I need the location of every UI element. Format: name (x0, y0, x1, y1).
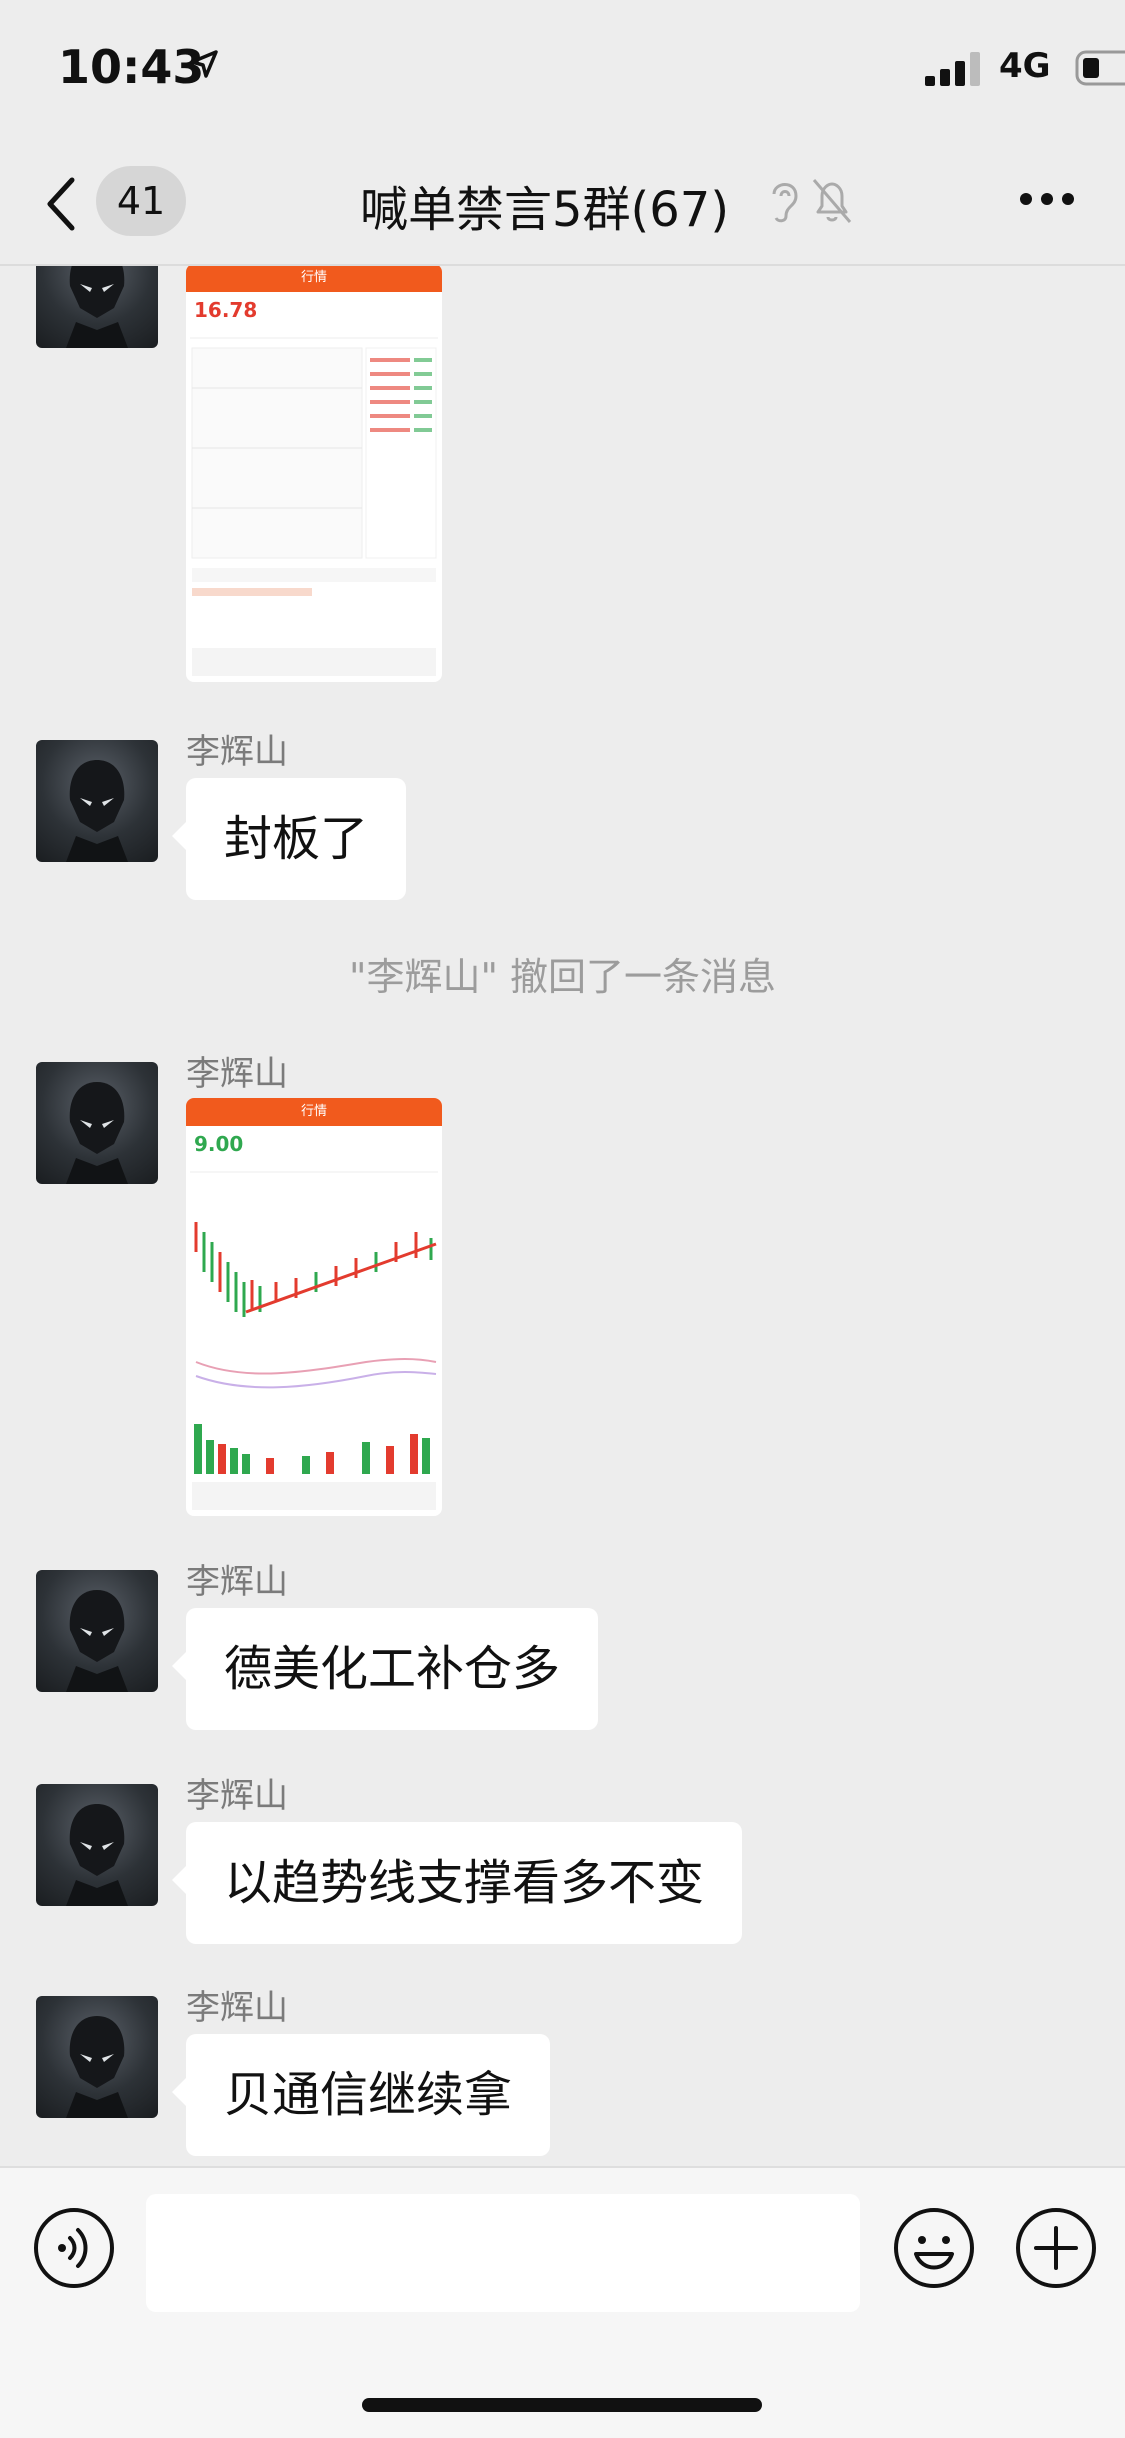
avatar-mask-icon (66, 760, 128, 862)
image-header-bar: 行情 (186, 266, 442, 292)
home-indicator[interactable] (362, 2398, 762, 2412)
status-bar: 10:43 4G (0, 0, 1125, 140)
more-options-icon[interactable] (1019, 192, 1075, 206)
sender-name: 李辉山 (186, 1054, 288, 1094)
avatar-mask-icon (66, 266, 128, 348)
back-chevron-icon[interactable] (40, 174, 80, 234)
network-type: 4G (999, 46, 1051, 86)
avatar-mask-icon (66, 1804, 128, 1906)
emoji-icon[interactable] (892, 2206, 976, 2290)
sender-name: 李辉山 (186, 1776, 288, 1816)
sender-name: 李辉山 (186, 732, 288, 772)
avatar[interactable] (36, 1784, 158, 1906)
avatar[interactable] (36, 266, 158, 348)
avatar[interactable] (36, 1062, 158, 1184)
avatar-mask-icon (66, 2016, 128, 2118)
image-header-bar: 行情 (186, 1098, 442, 1126)
message-bubble[interactable]: 封板了 (171, 778, 407, 900)
stock-screenshot-image[interactable]: 行情 9.00 (186, 1098, 442, 1516)
message-bubble[interactable]: 德美化工补仓多 (171, 1608, 599, 1730)
message-list[interactable]: 行情 16.78 李辉山 封板了 "李辉山" 撤回了一条消息 李辉山 行情 9.… (0, 266, 1125, 2166)
image-price: 16.78 (194, 298, 258, 322)
image-chart-content (190, 337, 438, 676)
avatar[interactable] (36, 1570, 158, 1692)
status-time: 10:43 (58, 40, 205, 94)
avatar[interactable] (36, 1996, 158, 2118)
location-arrow-icon (190, 50, 218, 78)
signal-icon (925, 52, 980, 86)
stock-screenshot-image[interactable]: 行情 16.78 (186, 266, 442, 682)
mute-notifications-icon (812, 179, 852, 223)
chat-header: 41 喊单禁言5群(67) (0, 140, 1125, 266)
unread-count-badge[interactable]: 41 (96, 166, 186, 236)
earpiece-mode-icon (772, 183, 798, 223)
avatar-mask-icon (66, 1590, 128, 1692)
sender-name: 李辉山 (186, 1562, 288, 1602)
sender-name: 李辉山 (186, 1988, 288, 2028)
message-bubble[interactable]: 贝通信继续拿 (171, 2034, 551, 2156)
avatar-mask-icon (66, 1082, 128, 1184)
voice-input-icon[interactable] (32, 2206, 116, 2290)
chat-title: 喊单禁言5群(67) (360, 182, 730, 238)
avatar[interactable] (36, 740, 158, 862)
plus-icon[interactable] (1014, 2206, 1098, 2290)
message-bubble[interactable]: 以趋势线支撑看多不变 (171, 1822, 743, 1944)
system-message: "李辉山" 撤回了一条消息 (348, 955, 777, 999)
message-input[interactable] (146, 2194, 860, 2312)
image-price: 9.00 (194, 1132, 244, 1156)
image-chart-content (190, 1171, 438, 1510)
battery-icon (1075, 50, 1125, 86)
